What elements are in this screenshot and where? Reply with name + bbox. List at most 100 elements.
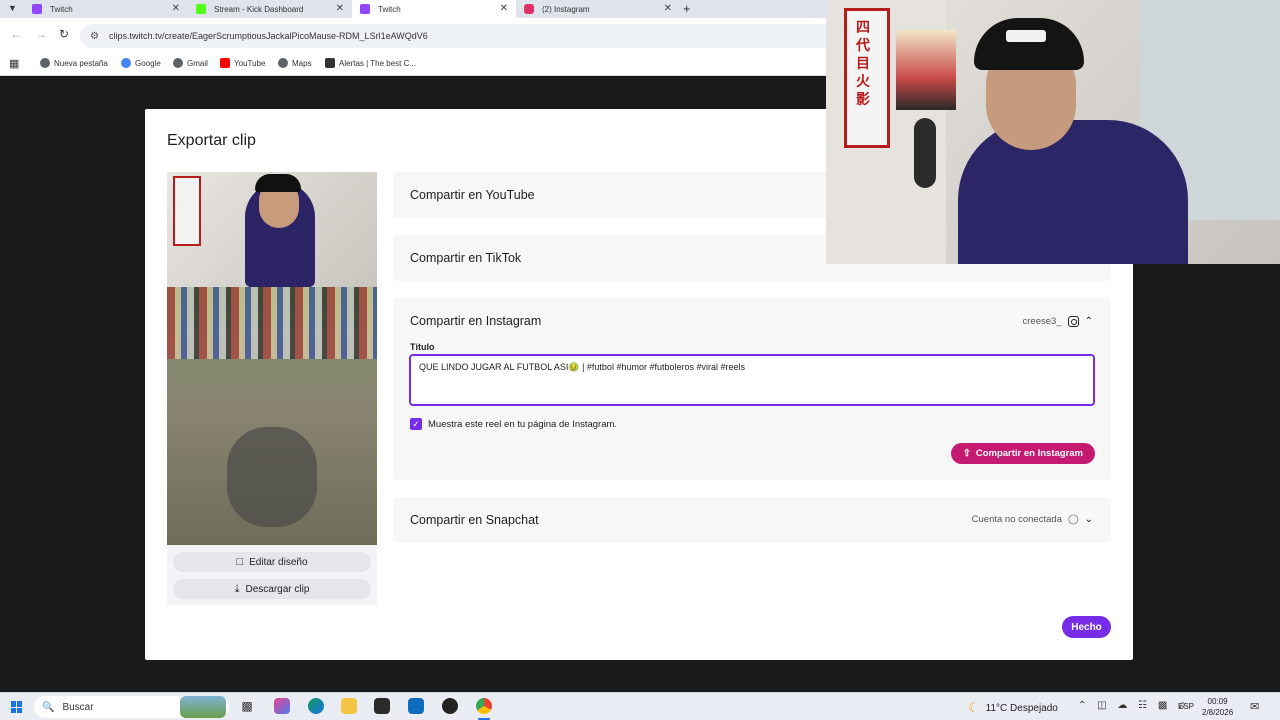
- forward-arrow-icon[interactable]: →: [35, 27, 47, 41]
- modal-title: Exportar clip: [167, 132, 256, 149]
- url-field[interactable]: ⚙ clips.twitch.tv/create/EagerScrumptiou…: [80, 24, 840, 48]
- clock-time: 00:09: [1207, 697, 1228, 706]
- snapchat-account[interactable]: Cuenta no conectada ◯ ⌄: [972, 514, 1093, 525]
- show-reel-checkbox[interactable]: ✓: [410, 418, 422, 430]
- share-instagram-button-label: Compartir en Instagram: [975, 448, 1083, 459]
- download-clip-label: Descargar clip: [245, 583, 310, 595]
- share-snapchat-section[interactable]: Compartir en Snapchat Cuenta no conectad…: [393, 497, 1111, 543]
- tab-twitch-1[interactable]: Twitch ✕: [24, 0, 188, 18]
- store-icon[interactable]: [374, 698, 390, 714]
- url-text: clips.twitch.tv/create/EagerScrumptiousJ…: [108, 31, 428, 41]
- bookmark-gmail[interactable]: Gmail: [173, 58, 208, 68]
- file-explorer-icon[interactable]: [341, 698, 357, 714]
- bookmark-maps[interactable]: Maps: [278, 58, 312, 68]
- share-instagram-section: Compartir en Instagram creese3_ ⌃ Título…: [393, 298, 1111, 480]
- crop-icon: □: [236, 556, 244, 568]
- globe-icon: [173, 58, 183, 68]
- title-field-label: Título: [410, 342, 435, 352]
- instagram-account[interactable]: creese3_ ⌃: [1023, 316, 1093, 327]
- alerts-site-icon: [325, 58, 335, 68]
- tab-close-icon[interactable]: ✕: [172, 3, 180, 14]
- share-instagram-title: Compartir en Instagram: [410, 314, 542, 328]
- instagram-account-name: creese3_: [1022, 316, 1062, 327]
- back-arrow-icon[interactable]: ←: [10, 27, 22, 41]
- chevron-down-icon[interactable]: ⌄: [1085, 514, 1093, 525]
- language-indicator[interactable]: ESP: [1178, 702, 1194, 711]
- bookmark-label: Google: [135, 58, 161, 68]
- tab-instagram[interactable]: (2) Instagram ✕: [516, 0, 680, 18]
- outlook-icon[interactable]: [408, 698, 424, 714]
- edit-layout-button[interactable]: □ Editar diseño: [173, 552, 371, 572]
- globe-icon: [278, 58, 288, 68]
- webcam-overlay: 四代目火影: [826, 0, 1280, 264]
- windows-taskbar: 🔍 Buscar ▩ ☾ 11°C Despejado ⌃ ◫ ☁ ☷ ▩ ♫ …: [0, 692, 1280, 720]
- system-tray[interactable]: ⌃ ◫ ☁ ☷ ▩ ♫: [1078, 700, 1190, 711]
- reload-icon[interactable]: ↻: [59, 27, 69, 41]
- tab-title: (2) Instagram: [542, 4, 590, 14]
- taskbar-search-placeholder: Buscar: [62, 701, 94, 713]
- bookmark-label: Nueva pestaña: [54, 58, 108, 68]
- tab-close-icon[interactable]: ✕: [336, 3, 344, 14]
- task-view-icon[interactable]: ▩: [239, 698, 255, 714]
- microphone: [914, 118, 936, 188]
- weather-widget[interactable]: ☾ 11°C Despejado: [968, 700, 1058, 716]
- webcam-posters: [896, 30, 956, 110]
- kick-favicon-icon: [196, 4, 206, 14]
- share-snapchat-title: Compartir en Snapchat: [410, 513, 539, 527]
- tab-close-icon[interactable]: ✕: [500, 3, 508, 14]
- download-clip-button[interactable]: ⤓ Descargar clip: [173, 579, 371, 599]
- twitch-favicon-icon: [32, 4, 42, 14]
- youtube-icon: [220, 58, 230, 68]
- tab-search-chevron-icon[interactable]: ▼: [8, 3, 17, 13]
- tab-kick-dashboard[interactable]: Stream - Kick Dashboard ✕: [188, 0, 352, 18]
- bookmark-label: YouTube: [234, 58, 266, 68]
- tab-twitch-active[interactable]: Twitch ✕: [352, 0, 516, 18]
- share-tiktok-title: Compartir en TikTok: [410, 251, 522, 265]
- windows-start-icon[interactable]: [11, 701, 23, 713]
- tab-title: Twitch: [50, 4, 73, 14]
- obs-icon[interactable]: [442, 698, 458, 714]
- taskbar-clock[interactable]: 00:09 2/8/2026: [1202, 696, 1233, 718]
- download-icon: ⤓: [234, 582, 240, 595]
- tab-title: Stream - Kick Dashboard: [214, 4, 304, 14]
- chrome-taskbar-icon[interactable]: [476, 698, 492, 714]
- snapchat-ghost-icon: ◯: [1067, 514, 1079, 525]
- chevron-up-icon[interactable]: ⌃: [1085, 316, 1093, 327]
- google-icon: [121, 58, 131, 68]
- share-icon: ⇧: [962, 448, 971, 459]
- clock-date: 2/8/2026: [1202, 708, 1234, 717]
- bookmark-label: Alertas | The best C...: [339, 58, 417, 68]
- preview-gameplay-image: [167, 287, 377, 545]
- streamer-cap: [974, 18, 1084, 70]
- weather-text: 11°C Despejado: [985, 702, 1058, 714]
- new-tab-button[interactable]: +: [683, 1, 691, 16]
- preview-actions: □ Editar diseño ⤓ Descargar clip: [167, 545, 377, 605]
- bookmark-youtube[interactable]: YouTube: [220, 58, 265, 68]
- clip-preview: □ Editar diseño ⤓ Descargar clip: [167, 172, 377, 605]
- preview-webcam-image: [167, 172, 377, 287]
- bookmark-label: Gmail: [187, 58, 208, 68]
- bookmark-nueva-pestana[interactable]: Nueva pestaña: [40, 58, 108, 68]
- bookmark-alertas[interactable]: Alertas | The best C...: [325, 58, 416, 68]
- notification-icon[interactable]: ✉: [1250, 700, 1259, 713]
- share-instagram-button[interactable]: ⇧ Compartir en Instagram: [950, 443, 1095, 464]
- search-icon: 🔍: [42, 701, 55, 713]
- site-settings-icon[interactable]: ⚙: [90, 31, 99, 42]
- instagram-title-input[interactable]: [409, 354, 1095, 406]
- edge-icon[interactable]: [308, 698, 324, 714]
- share-youtube-title: Compartir en YouTube: [410, 188, 535, 202]
- copilot-icon[interactable]: [274, 698, 290, 714]
- tab-close-icon[interactable]: ✕: [664, 3, 672, 14]
- bookmark-google[interactable]: Google: [121, 58, 161, 68]
- edit-layout-label: Editar diseño: [249, 556, 308, 568]
- snapchat-status: Cuenta no conectada: [971, 514, 1062, 525]
- search-highlight-icon[interactable]: [180, 696, 226, 718]
- show-reel-option[interactable]: ✓ Muestra este reel en tu página de Inst…: [410, 418, 617, 430]
- apps-grid-icon[interactable]: ▦: [9, 57, 19, 70]
- tab-title: Twitch: [378, 4, 401, 14]
- twitch-favicon-icon: [360, 4, 370, 14]
- cap-logo: [1006, 30, 1046, 42]
- done-button[interactable]: Hecho: [1062, 616, 1111, 638]
- instagram-icon: [1067, 316, 1079, 327]
- moon-icon: ☾: [968, 700, 980, 715]
